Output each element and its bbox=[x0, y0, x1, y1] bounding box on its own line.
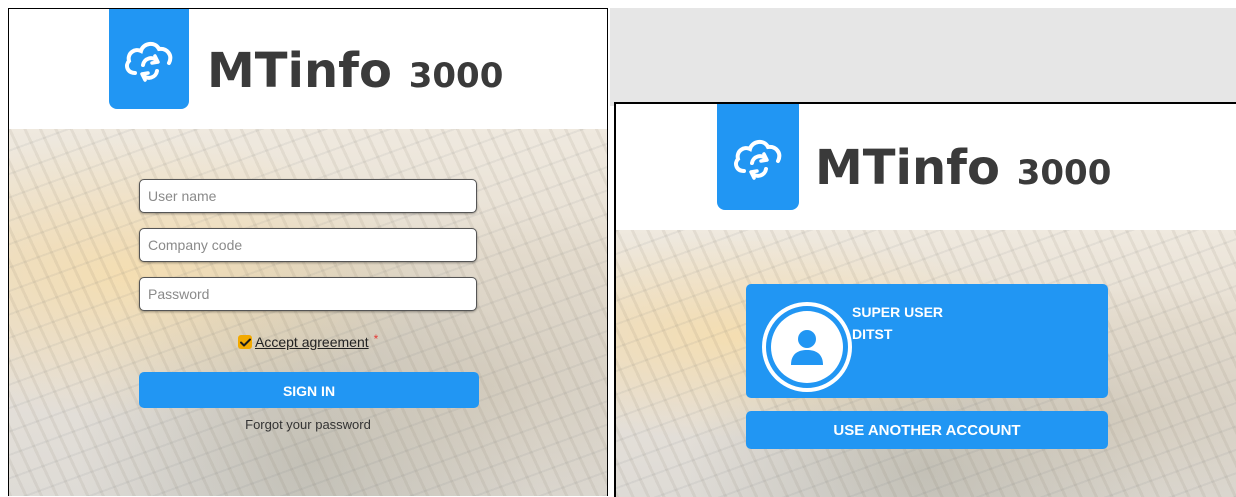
username-input[interactable] bbox=[139, 179, 477, 213]
cloud-sync-icon bbox=[734, 140, 782, 180]
brand-version: 3000 bbox=[408, 56, 504, 96]
gray-backdrop bbox=[610, 8, 1236, 106]
agreement-link[interactable]: Accept agreement bbox=[255, 334, 369, 350]
account-picker-panel: MTinfo 3000 SUPER USER DITST USE ANOTHER… bbox=[614, 102, 1236, 497]
saved-account-card[interactable]: SUPER USER DITST bbox=[746, 284, 1108, 398]
checkmark-icon bbox=[239, 338, 251, 346]
password-input[interactable] bbox=[139, 277, 477, 311]
account-user-name: SUPER USER bbox=[852, 304, 944, 320]
account-company: DITST bbox=[852, 326, 893, 342]
agreement-row: Accept agreement * bbox=[238, 332, 379, 350]
avatar bbox=[762, 302, 852, 392]
user-avatar-icon bbox=[791, 330, 823, 365]
use-another-account-button[interactable]: USE ANOTHER ACCOUNT bbox=[746, 411, 1108, 449]
cloud-sync-icon bbox=[125, 42, 173, 82]
brand-logotype: MTinfo 3000 bbox=[815, 140, 1111, 196]
required-marker: * bbox=[373, 332, 379, 346]
brand-name: MTinfo bbox=[207, 43, 392, 99]
agreement-checkbox[interactable] bbox=[238, 335, 252, 349]
brand-name: MTinfo bbox=[815, 140, 1000, 196]
logo-badge bbox=[717, 104, 799, 210]
forgot-password-link[interactable]: Forgot your password bbox=[9, 417, 607, 432]
logo-badge bbox=[109, 9, 189, 109]
brand-logotype: MTinfo 3000 bbox=[207, 43, 503, 99]
sign-in-button[interactable]: SIGN IN bbox=[139, 372, 479, 408]
login-panel: MTinfo 3000 Accept agreement * SIGN IN F… bbox=[8, 8, 608, 496]
brand-version: 3000 bbox=[1016, 153, 1112, 193]
company-code-input[interactable] bbox=[139, 228, 477, 262]
